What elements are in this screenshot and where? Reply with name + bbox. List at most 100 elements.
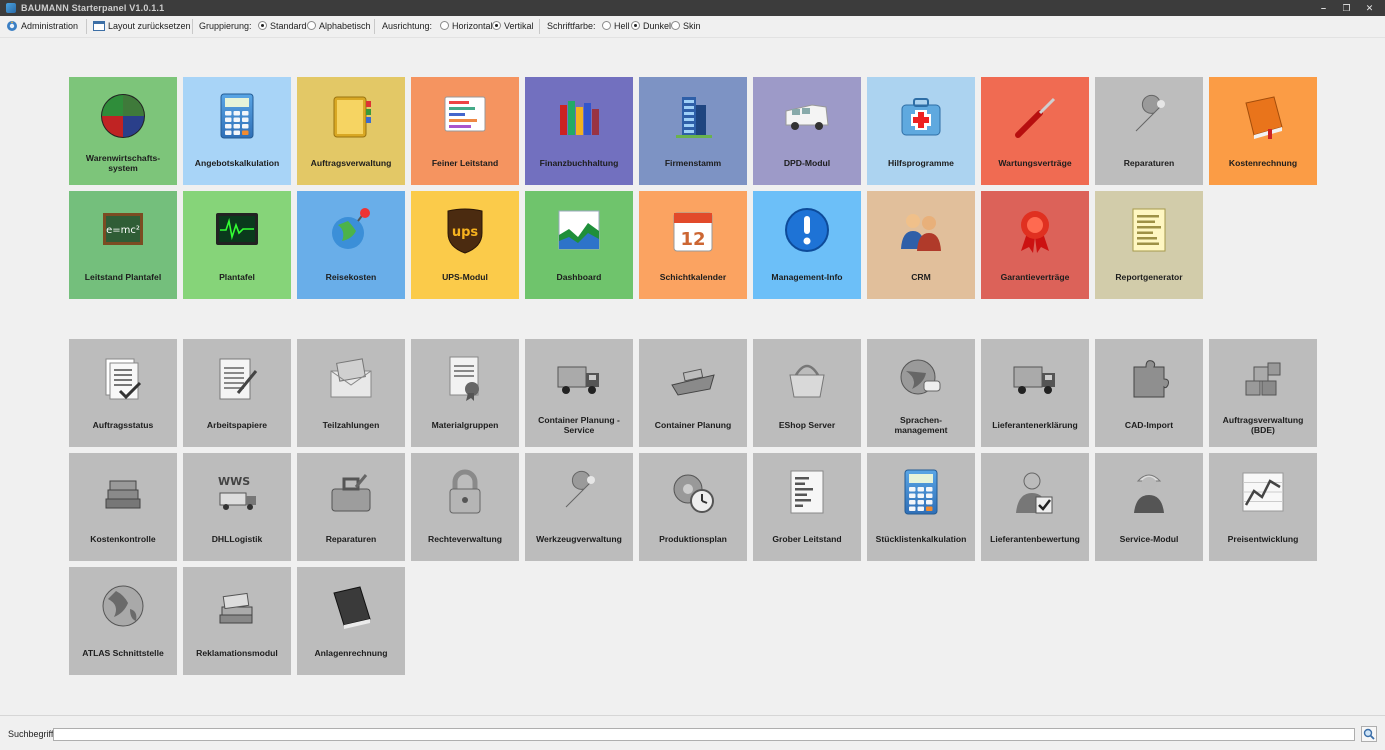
people-group-icon [901,214,941,251]
radio-font-light[interactable] [602,21,611,30]
tile-reklamationsmodul[interactable]: Reklamationsmodul [183,567,291,675]
globe-pin-icon [332,208,370,249]
restore-button[interactable]: ❐ [1335,0,1358,16]
radio-grouping-standard-label[interactable]: Standard [270,16,307,37]
tile-dpd-modul[interactable]: DPD-Modul [753,77,861,185]
radio-font-skin[interactable] [671,21,680,30]
tile-leitstand-plantafel[interactable]: e=mc² Leitstand Plantafel [69,191,177,299]
tile-label: Lieferantenerklärung [992,420,1078,430]
tile-label: Firmenstamm [664,158,722,168]
search-button[interactable] [1361,726,1377,742]
tile-lieferantenbewertung[interactable]: Lieferantenbewertung [981,453,1089,561]
radio-font-light-label[interactable]: Hell [614,16,630,37]
tile-reparaturen[interactable]: Reparaturen [1095,77,1203,185]
tile-label: Grober Leitstand [772,534,842,544]
minimize-button[interactable]: – [1312,0,1335,16]
radio-font-dark[interactable] [631,21,640,30]
reset-layout-label: Layout zurücksetzen [108,21,191,31]
radio-font-skin-label[interactable]: Skin [683,16,701,37]
administration-icon [7,21,17,31]
radio-grouping-alphabetical-label[interactable]: Alphabetisch [319,16,371,37]
books-icon [560,101,599,135]
tile-reparaturen[interactable]: Reparaturen [297,453,405,561]
radio-orientation-vertical-label[interactable]: Vertikal [504,16,534,37]
tile-auftragsverwaltung[interactable]: Auftragsverwaltung [297,77,405,185]
tile-preisentwicklung[interactable]: Preisentwicklung [1209,453,1317,561]
tile-label: Warenwirtschafts- system [85,153,161,173]
dark-book-icon [333,586,371,629]
tile-auftragsstatus[interactable]: Auftragsstatus [69,339,177,447]
tile-grober-leitstand[interactable]: Grober Leitstand [753,453,861,561]
tile-label: UPS-Modul [442,272,488,282]
tile-label: Auftragsstatus [92,420,154,430]
tile-sprachen-management[interactable]: Sprachen- management [867,339,975,447]
tile-management-info[interactable]: Management-Info [753,191,861,299]
money-envelope-icon [330,358,372,398]
toolbar-divider [374,19,375,34]
tile-garantieverträge[interactable]: Garantieverträge [981,191,1089,299]
ups-shield-icon: ups [447,208,483,254]
tile-produktionsplan[interactable]: Produktionsplan [639,453,747,561]
radio-orientation-vertical[interactable] [492,21,501,30]
tile-atlas-schnittstelle[interactable]: ATLAS Schnittstelle [69,567,177,675]
tile-werkzeugverwaltung[interactable]: Werkzeugverwaltung [525,453,633,561]
tile-dashboard[interactable]: Dashboard [525,191,633,299]
radio-orientation-horizontal-label[interactable]: Horizontal [452,16,493,37]
radio-grouping-alphabetical[interactable] [307,21,316,30]
report-document-icon [1132,208,1166,252]
close-button[interactable]: ✕ [1358,0,1381,16]
tile-ups-modul[interactable]: ups UPS-Modul [411,191,519,299]
tile-container-planung[interactable]: Container Planung [639,339,747,447]
tile-label: Auftragsverwaltung [310,158,392,168]
tile-auftragsverwaltung-bde[interactable]: Auftragsverwaltung (BDE) [1209,339,1317,447]
tile-teilzahlungen[interactable]: Teilzahlungen [297,339,405,447]
tile-schichtkalender[interactable]: 12 Schichtkalender [639,191,747,299]
chalkboard-icon: e=mc² [103,213,143,245]
cubes-icon [1245,362,1281,396]
svg-text:WWS: WWS [218,475,250,488]
tile-label: Finanzbuchhaltung [539,158,619,168]
tile-finanzbuchhaltung[interactable]: Finanzbuchhaltung [525,77,633,185]
tile-warenwirtschafts-system[interactable]: Warenwirtschafts- system [69,77,177,185]
search-icon [1363,728,1375,740]
search-input[interactable] [53,728,1355,741]
tile-label: Werkzeugverwaltung [536,534,622,544]
tile-kostenrechnung[interactable]: Kostenrechnung [1209,77,1317,185]
svg-text:ups: ups [452,225,479,240]
tile-label: Reparaturen [325,534,377,544]
tile-feiner-leitstand[interactable]: Feiner Leitstand [411,77,519,185]
tile-plantafel[interactable]: Plantafel [183,191,291,299]
tile-container-planung-service[interactable]: Container Planung - Service [525,339,633,447]
schedule-board-icon [444,96,486,132]
tile-stücklistenkalkulation[interactable]: Stücklistenkalkulation [867,453,975,561]
tile-label: Hilfsprogramme [888,158,954,168]
tile-wartungsverträge[interactable]: Wartungsverträge [981,77,1089,185]
radio-font-dark-label[interactable]: Dunkel [643,16,671,37]
tile-crm[interactable]: CRM [867,191,975,299]
tile-hilfsprogramme[interactable]: Hilfsprogramme [867,77,975,185]
tile-cad-import[interactable]: CAD-Import [1095,339,1203,447]
tile-dhllogistik[interactable]: WWS DHLLogistik [183,453,291,561]
tile-arbeitspapiere[interactable]: Arbeitspapiere [183,339,291,447]
tile-label: Reparaturen [1123,158,1175,168]
radio-orientation-horizontal[interactable] [440,21,449,30]
tile-kostenkontrolle[interactable]: Kostenkontrolle [69,453,177,561]
screwdriver-icon [1015,97,1056,138]
tile-label: Reisekosten [325,272,377,282]
tile-angebotskalkulation[interactable]: Angebotskalkulation [183,77,291,185]
book-stack-icon [105,480,141,509]
toolbar: Administration Layout zurücksetzen Grupp… [0,16,1385,38]
tile-materialgruppen[interactable]: Materialgruppen [411,339,519,447]
tile-reportgenerator[interactable]: Reportgenerator [1095,191,1203,299]
tile-rechteverwaltung[interactable]: Rechteverwaltung [411,453,519,561]
tile-service-modul[interactable]: Service-Modul [1095,453,1203,561]
tile-anlagenrechnung[interactable]: Anlagenrechnung [297,567,405,675]
tile-label: CAD-Import [1124,420,1174,430]
radio-grouping-standard[interactable] [258,21,267,30]
tile-lieferantenerklärung[interactable]: Lieferantenerklärung [981,339,1089,447]
tile-eshop-server[interactable]: EShop Server [753,339,861,447]
tile-label: Stücklistenkalkulation [875,534,967,544]
tile-firmenstamm[interactable]: Firmenstamm [639,77,747,185]
cargo-ship-icon [671,368,715,396]
tile-reisekosten[interactable]: Reisekosten [297,191,405,299]
